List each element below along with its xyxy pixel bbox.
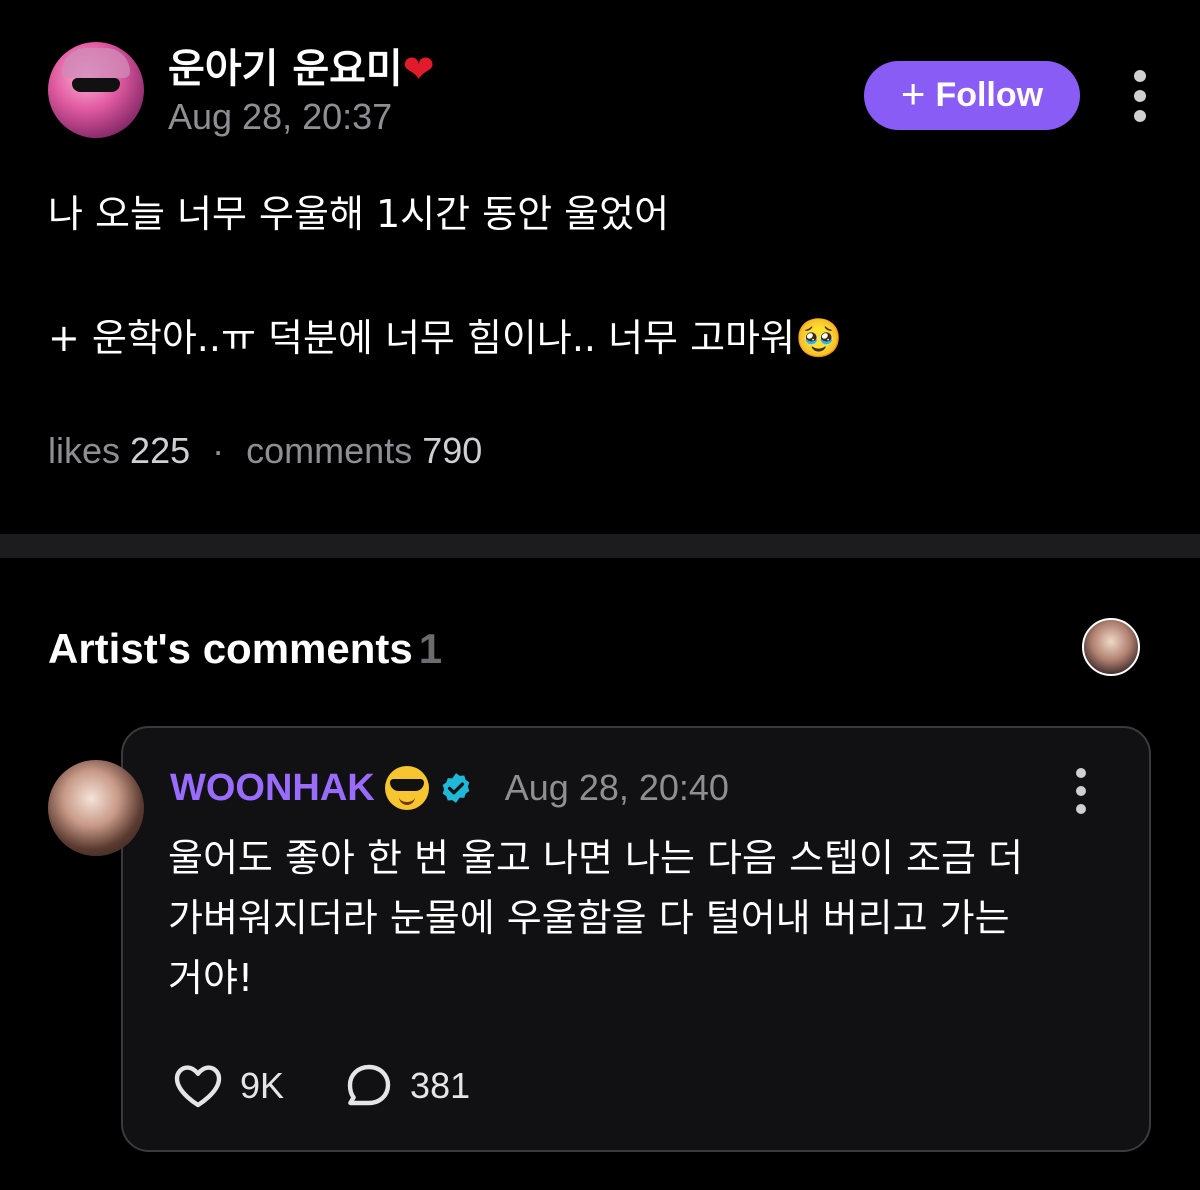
post-body: 나 오늘 너무 우울해 1시간 동안 울었어 + 운학아..ㅠ 덕분에 너무 힘… <box>48 192 1148 439</box>
red-heart-icon: ❤ <box>402 47 435 91</box>
post-author-name[interactable]: 운아기 운요미❤ <box>168 36 435 94</box>
follow-label: Follow <box>935 76 1044 114</box>
reply-button[interactable]: 381 <box>344 1062 470 1110</box>
artist-comments-title-text: Artist's comments <box>48 625 413 672</box>
artist-comment-text: 울어도 좋아 한 번 울고 나면 나는 다음 스텝이 조금 더 가벼워지더라 눈… <box>168 828 1118 1008</box>
comment-bubble-icon <box>347 1064 391 1106</box>
comment-actions: 9K 381 <box>172 1062 470 1110</box>
author-name-text: 운아기 운요미 <box>168 46 403 92</box>
post-body-line: 나 오늘 너무 우울해 1시간 동안 울었어 <box>48 192 670 236</box>
artist-name[interactable]: WOONHAK <box>170 767 375 810</box>
plus-icon: + <box>900 69 926 117</box>
artist-comments-count: 1 <box>418 625 443 672</box>
like-button[interactable]: 9K <box>172 1062 284 1110</box>
reply-count: 381 <box>410 1065 471 1106</box>
follow-button[interactable]: + Follow <box>864 61 1080 130</box>
avatar-sunglasses-shape <box>72 78 120 92</box>
artist-comments-title: Artist's comments 1 <box>48 625 442 673</box>
verified-badge-icon <box>442 773 470 803</box>
post-timestamp: Aug 28, 20:37 <box>168 96 393 137</box>
artist-comment-header: WOONHAK Aug 28, 20:40 <box>170 766 729 810</box>
heart-outline-icon <box>174 1065 222 1108</box>
avatar-hair-shape <box>62 48 130 78</box>
like-count: 9K <box>240 1065 285 1106</box>
likes-label: likes <box>48 430 121 471</box>
comment-more-icon[interactable] <box>1071 768 1091 814</box>
artist-avatar-small[interactable] <box>1082 618 1140 676</box>
comment-text-line: 거야! <box>168 956 254 1000</box>
section-divider <box>0 534 1200 558</box>
comments-count[interactable]: 790 <box>422 430 482 471</box>
post-body-line: + 운학아..ㅠ 덕분에 너무 힘이나.. 너무 고마워🥹 <box>48 315 843 360</box>
likes-count[interactable]: 225 <box>130 430 190 471</box>
post-more-icon[interactable] <box>1130 70 1150 122</box>
comments-label: comments <box>246 430 413 471</box>
separator-dot: · <box>212 430 225 471</box>
post-author-avatar[interactable] <box>48 42 144 138</box>
comment-text-line: 울어도 좋아 한 번 울고 나면 나는 다음 스텝이 조금 더 <box>168 836 1023 880</box>
comment-text-line: 가벼워지더라 눈물에 우울함을 다 털어내 버리고 가는 <box>168 896 1010 940</box>
sunglasses-emoji-icon <box>384 766 429 810</box>
post-stats: likes 225 · comments 790 <box>48 430 482 472</box>
artist-comment-timestamp: Aug 28, 20:40 <box>504 767 729 808</box>
post: 운아기 운요미❤ Aug 28, 20:37 + Follow 나 오늘 너무 … <box>0 0 1200 534</box>
artist-comment-avatar[interactable] <box>48 760 144 856</box>
